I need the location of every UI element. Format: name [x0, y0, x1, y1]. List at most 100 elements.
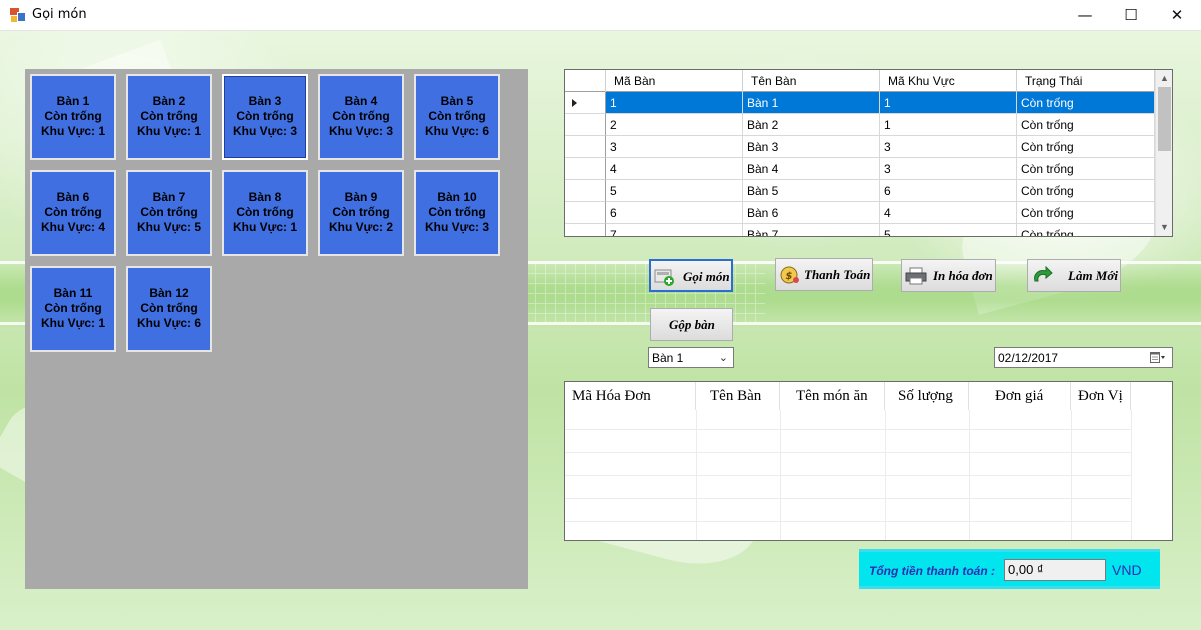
refresh-button[interactable]: Làm Mới — [1027, 259, 1121, 292]
cell-status[interactable]: Còn trống — [1017, 92, 1155, 114]
table-tile-6[interactable]: Bàn 6 Còn trống Khu Vực: 4 — [30, 170, 116, 256]
table-tile-1[interactable]: Bàn 1 Còn trống Khu Vực: 1 — [30, 74, 116, 160]
column-header[interactable]: Mã Khu Vực — [880, 70, 1017, 92]
cell-status[interactable]: Còn trống — [1017, 114, 1155, 136]
table-tile-2[interactable]: Bàn 2 Còn trống Khu Vực: 1 — [126, 74, 212, 160]
cell-table-name[interactable]: Bàn 4 — [743, 158, 880, 180]
table-tile-5[interactable]: Bàn 5 Còn trống Khu Vực: 6 — [414, 74, 500, 160]
close-button[interactable]: ✕ — [1154, 0, 1200, 31]
column-divider — [1071, 410, 1072, 540]
table-tile-status: Còn trống — [428, 205, 486, 219]
table-tile-name: Bàn 7 — [152, 190, 186, 204]
cell-status[interactable]: Còn trống — [1017, 202, 1155, 224]
order-button-label: Gọi món — [683, 269, 730, 284]
cell-area-id[interactable]: 4 — [880, 202, 1017, 224]
cell-table-id[interactable]: 6 — [606, 202, 743, 224]
column-header[interactable]: Đơn Vị — [1071, 382, 1131, 410]
table-tile-name: Bàn 4 — [344, 94, 378, 108]
row-header[interactable] — [565, 158, 606, 180]
payment-icon: $ — [780, 266, 799, 284]
cell-table-name[interactable]: Bàn 5 — [743, 180, 880, 202]
cell-area-id[interactable]: 5 — [880, 224, 1017, 236]
table-tile-area: Khu Vực: 4 — [40, 220, 106, 234]
scroll-thumb[interactable] — [1158, 87, 1171, 151]
table-data-grid[interactable]: Mã Bàn Tên Bàn Mã Khu Vực Trạng Thái 1 B… — [564, 69, 1173, 237]
table-tile-status: Còn trống — [236, 109, 294, 123]
table-tile-11[interactable]: Bàn 11 Còn trống Khu Vực: 1 — [30, 266, 116, 352]
svg-text:$: $ — [786, 271, 793, 282]
cell-table-id[interactable]: 4 — [606, 158, 743, 180]
column-header[interactable]: Mã Hóa Đơn — [565, 382, 696, 410]
calendar-dropdown-icon[interactable] — [1150, 352, 1166, 364]
cell-area-id[interactable]: 1 — [880, 114, 1017, 136]
table-tile-area: Khu Vực: 6 — [136, 316, 202, 330]
column-header[interactable]: Tên món ăn — [780, 382, 885, 410]
pay-button[interactable]: $ Thanh Toán — [775, 258, 873, 291]
cell-table-id[interactable]: 2 — [606, 114, 743, 136]
grid-vertical-scrollbar[interactable]: ▲ ▼ — [1155, 70, 1172, 236]
cell-status[interactable]: Còn trống — [1017, 180, 1155, 202]
minimize-button[interactable]: — — [1062, 0, 1108, 31]
merge-tables-button[interactable]: Gộp bàn — [650, 308, 733, 341]
row-header[interactable] — [565, 92, 606, 114]
table-tile-area: Khu Vực: 1 — [232, 220, 298, 234]
cell-table-id[interactable]: 7 — [606, 224, 743, 236]
cell-table-name[interactable]: Bàn 2 — [743, 114, 880, 136]
cell-area-id[interactable]: 3 — [880, 158, 1017, 180]
cell-table-name[interactable]: Bàn 7 — [743, 224, 880, 236]
client-area: Bàn 1 Còn trống Khu Vực: 1 Bàn 2 Còn trố… — [0, 31, 1201, 630]
table-row[interactable]: 6 Bàn 6 4 Còn trống — [565, 202, 1155, 224]
table-row[interactable]: 2 Bàn 2 1 Còn trống — [565, 114, 1155, 136]
table-tile-7[interactable]: Bàn 7 Còn trống Khu Vực: 5 — [126, 170, 212, 256]
table-tile-status: Còn trống — [44, 109, 102, 123]
table-tile-4[interactable]: Bàn 4 Còn trống Khu Vực: 3 — [318, 74, 404, 160]
scroll-down-icon[interactable]: ▼ — [1156, 219, 1172, 236]
cell-table-name[interactable]: Bàn 6 — [743, 202, 880, 224]
bill-data-grid[interactable]: Mã Hóa Đơn Tên Bàn Tên món ăn Số lượng Đ… — [564, 381, 1173, 541]
maximize-button[interactable]: ☐ — [1108, 0, 1154, 31]
table-row[interactable]: 4 Bàn 4 3 Còn trống — [565, 158, 1155, 180]
cell-table-name[interactable]: Bàn 3 — [743, 136, 880, 158]
table-row[interactable]: 7 Bàn 7 5 Còn trống — [565, 224, 1155, 236]
row-header[interactable] — [565, 202, 606, 224]
column-header[interactable]: Mã Bàn — [606, 70, 743, 92]
cell-table-id[interactable]: 1 — [606, 92, 743, 114]
table-tile-area: Khu Vực: 6 — [424, 124, 490, 138]
row-header[interactable] — [565, 180, 606, 202]
cell-status[interactable]: Còn trống — [1017, 158, 1155, 180]
row-divider — [565, 475, 1131, 476]
table-tile-10[interactable]: Bàn 10 Còn trống Khu Vực: 3 — [414, 170, 500, 256]
order-button[interactable]: Gọi món — [649, 259, 733, 292]
cell-area-id[interactable]: 3 — [880, 136, 1017, 158]
table-tile-8[interactable]: Bàn 8 Còn trống Khu Vực: 1 — [222, 170, 308, 256]
print-button-label: In hóa đơn — [933, 268, 993, 283]
scroll-up-icon[interactable]: ▲ — [1156, 70, 1172, 87]
cell-status[interactable]: Còn trống — [1017, 136, 1155, 158]
column-header[interactable]: Số lượng — [885, 382, 969, 410]
row-header[interactable] — [565, 136, 606, 158]
row-header[interactable] — [565, 224, 606, 236]
total-amount-field[interactable]: 0,00 ₫ — [1004, 559, 1106, 581]
column-header[interactable]: Tên Bàn — [696, 382, 780, 410]
cell-table-name[interactable]: Bàn 1 — [743, 92, 880, 114]
table-tile-9[interactable]: Bàn 9 Còn trống Khu Vực: 2 — [318, 170, 404, 256]
date-picker[interactable]: 02/12/2017 — [994, 347, 1173, 368]
table-row[interactable]: 1 Bàn 1 1 Còn trống — [565, 92, 1155, 114]
table-row[interactable]: 3 Bàn 3 3 Còn trống — [565, 136, 1155, 158]
table-row[interactable]: 5 Bàn 5 6 Còn trống — [565, 180, 1155, 202]
column-header[interactable]: Tên Bàn — [743, 70, 880, 92]
table-tile-12[interactable]: Bàn 12 Còn trống Khu Vực: 6 — [126, 266, 212, 352]
print-button[interactable]: In hóa đơn — [901, 259, 996, 292]
row-header[interactable] — [565, 114, 606, 136]
table-tile-area: Khu Vực: 1 — [40, 124, 106, 138]
cell-table-id[interactable]: 3 — [606, 136, 743, 158]
column-header[interactable]: Trạng Thái — [1017, 70, 1155, 92]
cell-area-id[interactable]: 6 — [880, 180, 1017, 202]
cell-status[interactable]: Còn trống — [1017, 224, 1155, 236]
cell-table-id[interactable]: 5 — [606, 180, 743, 202]
table-select[interactable]: Bàn 1 ⌄ — [648, 347, 734, 368]
cell-area-id[interactable]: 1 — [880, 92, 1017, 114]
table-tile-3[interactable]: Bàn 3 Còn trống Khu Vực: 3 — [222, 74, 308, 160]
column-header[interactable]: Đơn giá — [969, 382, 1071, 410]
title-bar: Gọi món — ☐ ✕ — [0, 0, 1201, 31]
